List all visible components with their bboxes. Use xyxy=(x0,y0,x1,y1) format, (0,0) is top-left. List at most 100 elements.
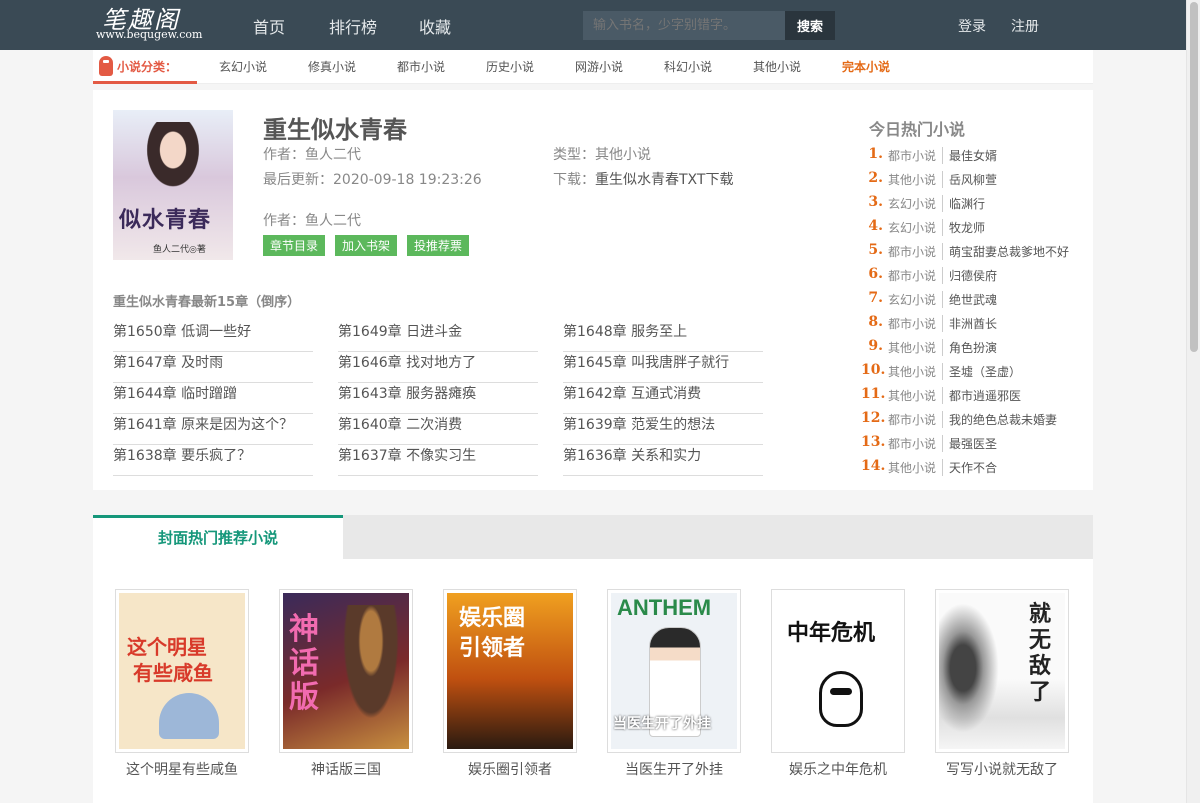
hot-title[interactable]: 最佳女婿 xyxy=(949,147,997,164)
hot-category[interactable]: 玄幻小说 xyxy=(888,195,944,212)
hot-category[interactable]: 都市小说 xyxy=(888,315,944,332)
hot-novel-item[interactable]: 11. 其他小说 都市逍遥邪医 xyxy=(861,386,1081,410)
recommend-card[interactable]: 神话版 神话版三国 xyxy=(279,589,413,779)
chapter-link[interactable]: 第1639章 范爱生的想法 xyxy=(563,414,763,445)
hot-novel-item[interactable]: 5. 都市小说 萌宝甜妻总裁爹地不好 xyxy=(861,242,1081,266)
nav-home[interactable]: 首页 xyxy=(253,14,285,38)
hot-novel-item[interactable]: 10. 其他小说 圣墟（圣虚） xyxy=(861,362,1081,386)
hot-category[interactable]: 其他小说 xyxy=(888,387,944,404)
category-qita[interactable]: 其他小说 xyxy=(753,58,801,75)
hot-title[interactable]: 临渊行 xyxy=(949,195,985,212)
hot-title[interactable]: 都市逍遥邪医 xyxy=(949,387,1021,404)
hot-category[interactable]: 都市小说 xyxy=(888,435,944,452)
hot-category[interactable]: 玄幻小说 xyxy=(888,219,944,236)
hot-title[interactable]: 岳风柳萱 xyxy=(949,171,997,188)
download-link[interactable]: 重生似水青春TXT下载 xyxy=(595,172,733,188)
recommend-card[interactable]: 娱乐圈 引领者 娱乐圈引领者 xyxy=(443,589,577,779)
search-button[interactable]: 搜索 xyxy=(785,11,835,40)
recommend-title[interactable]: 娱乐圈引领者 xyxy=(443,759,577,779)
hot-category[interactable]: 都市小说 xyxy=(888,411,944,428)
hot-category[interactable]: 都市小说 xyxy=(888,267,944,284)
recommend-card[interactable]: 中年危机 娱乐之中年危机 xyxy=(771,589,905,779)
hot-category[interactable]: 其他小说 xyxy=(888,459,944,476)
recommend-card[interactable]: ANTHEM 当医生开了外挂 当医生开了外挂 xyxy=(607,589,741,779)
chapter-link[interactable]: 第1636章 关系和实力 xyxy=(563,445,763,476)
chapter-link[interactable]: 第1642章 互通式消费 xyxy=(563,383,763,414)
recommend-title[interactable]: 这个明星有些咸鱼 xyxy=(115,759,249,779)
category-kehuan[interactable]: 科幻小说 xyxy=(664,58,712,75)
hot-title[interactable]: 绝世武魂 xyxy=(949,291,997,308)
hot-category[interactable]: 其他小说 xyxy=(888,363,944,380)
hot-novel-item[interactable]: 14. 其他小说 天作不合 xyxy=(861,458,1081,482)
category-lishi[interactable]: 历史小说 xyxy=(486,58,534,75)
hot-category[interactable]: 玄幻小说 xyxy=(888,291,944,308)
recommend-title[interactable]: 当医生开了外挂 xyxy=(607,759,741,779)
pointing-hand-icon xyxy=(99,56,113,76)
site-logo[interactable]: 笔趣阁 www.bequgew.com xyxy=(94,0,203,44)
page-scrollbar[interactable] xyxy=(1186,0,1200,803)
chapter-link[interactable]: 第1648章 服务至上 xyxy=(563,321,763,352)
chapter-link[interactable]: 第1649章 日进斗金 xyxy=(338,321,538,352)
hot-novel-item[interactable]: 3. 玄幻小说 临渊行 xyxy=(861,194,1081,218)
hot-category[interactable]: 其他小说 xyxy=(888,171,944,188)
hot-novel-item[interactable]: 6. 都市小说 归德侯府 xyxy=(861,266,1081,290)
hot-novel-item[interactable]: 9. 其他小说 角色扮演 xyxy=(861,338,1081,362)
login-link[interactable]: 登录 xyxy=(958,16,986,36)
chapter-link[interactable]: 第1638章 要乐疯了？ xyxy=(113,445,313,476)
recommend-cover[interactable]: 神话版 xyxy=(279,589,413,753)
search-input[interactable] xyxy=(583,11,785,40)
hot-title[interactable]: 萌宝甜妻总裁爹地不好 xyxy=(949,243,1069,260)
hot-category[interactable]: 都市小说 xyxy=(888,147,944,164)
recommend-card[interactable]: 这个明星 有些咸鱼 这个明星有些咸鱼 xyxy=(115,589,249,779)
nav-ranking[interactable]: 排行榜 xyxy=(329,14,377,38)
recommend-cover[interactable]: 这个明星 有些咸鱼 xyxy=(115,589,249,753)
hot-category[interactable]: 都市小说 xyxy=(888,243,944,260)
category-dushi[interactable]: 都市小说 xyxy=(397,58,445,75)
scrollbar-thumb[interactable] xyxy=(1190,2,1198,352)
hot-title[interactable]: 我的绝色总裁未婚妻 xyxy=(949,411,1057,428)
category-xiuzhen[interactable]: 修真小说 xyxy=(308,58,356,75)
hot-novel-item[interactable]: 4. 玄幻小说 牧龙师 xyxy=(861,218,1081,242)
hot-novel-item[interactable]: 13. 都市小说 最强医圣 xyxy=(861,434,1081,458)
category-xuanhuan[interactable]: 玄幻小说 xyxy=(219,58,267,75)
hot-novel-item[interactable]: 1. 都市小说 最佳女婿 xyxy=(861,146,1081,170)
chapter-link[interactable]: 第1641章 原来是因为这个？ xyxy=(113,414,313,445)
recommend-cover[interactable]: 就无敌了 xyxy=(935,589,1069,753)
chapter-link[interactable]: 第1645章 叫我唐胖子就行 xyxy=(563,352,763,383)
chapter-link[interactable]: 第1650章 低调一些好 xyxy=(113,321,313,352)
hot-novel-item[interactable]: 7. 玄幻小说 绝世武魂 xyxy=(861,290,1081,314)
hot-title[interactable]: 天作不合 xyxy=(949,459,997,476)
register-link[interactable]: 注册 xyxy=(1011,16,1039,36)
chapter-link[interactable]: 第1647章 及时雨 xyxy=(113,352,313,383)
hot-novel-item[interactable]: 12. 都市小说 我的绝色总裁未婚妻 xyxy=(861,410,1081,434)
hot-title[interactable]: 最强医圣 xyxy=(949,435,997,452)
chapter-link[interactable]: 第1646章 找对地方了 xyxy=(338,352,538,383)
chapter-list-button[interactable]: 章节目录 xyxy=(263,235,326,256)
nav-favorites[interactable]: 收藏 xyxy=(419,14,451,38)
recommend-cover[interactable]: ANTHEM 当医生开了外挂 xyxy=(607,589,741,753)
hot-title[interactable]: 角色扮演 xyxy=(949,339,997,356)
hot-title[interactable]: 非洲酋长 xyxy=(949,315,997,332)
vote-button[interactable]: 投推荐票 xyxy=(407,235,470,256)
category-wangyou[interactable]: 网游小说 xyxy=(575,58,623,75)
hot-novel-item[interactable]: 2. 其他小说 岳风柳萱 xyxy=(861,170,1081,194)
category-finished[interactable]: 完本小说 xyxy=(842,58,890,75)
recommend-cover[interactable]: 娱乐圈 引领者 xyxy=(443,589,577,753)
chapter-link[interactable]: 第1637章 不像实习生 xyxy=(338,445,538,476)
chapter-link[interactable]: 第1640章 二次消费 xyxy=(338,414,538,445)
hot-title[interactable]: 圣墟（圣虚） xyxy=(949,363,1021,380)
hot-title[interactable]: 牧龙师 xyxy=(949,219,985,236)
recommend-title[interactable]: 神话版三国 xyxy=(279,759,413,779)
recommend-cover[interactable]: 中年危机 xyxy=(771,589,905,753)
add-bookshelf-button[interactable]: 加入书架 xyxy=(335,235,398,256)
recommend-card[interactable]: 就无敌了 写写小说就无敌了 xyxy=(935,589,1069,779)
chapter-link[interactable]: 第1643章 服务器瘫痪 xyxy=(338,383,538,414)
recommend-title[interactable]: 写写小说就无敌了 xyxy=(935,759,1069,779)
hot-novel-item[interactable]: 8. 都市小说 非洲酋长 xyxy=(861,314,1081,338)
hot-title[interactable]: 归德侯府 xyxy=(949,267,997,284)
tab-cover-recommend[interactable]: 封面热门推荐小说 xyxy=(93,515,343,559)
hot-category[interactable]: 其他小说 xyxy=(888,339,944,356)
book-cover[interactable]: 似水青春 鱼人二代◎著 xyxy=(113,110,233,260)
recommend-title[interactable]: 娱乐之中年危机 xyxy=(771,759,905,779)
chapter-link[interactable]: 第1644章 临时蹭蹭 xyxy=(113,383,313,414)
